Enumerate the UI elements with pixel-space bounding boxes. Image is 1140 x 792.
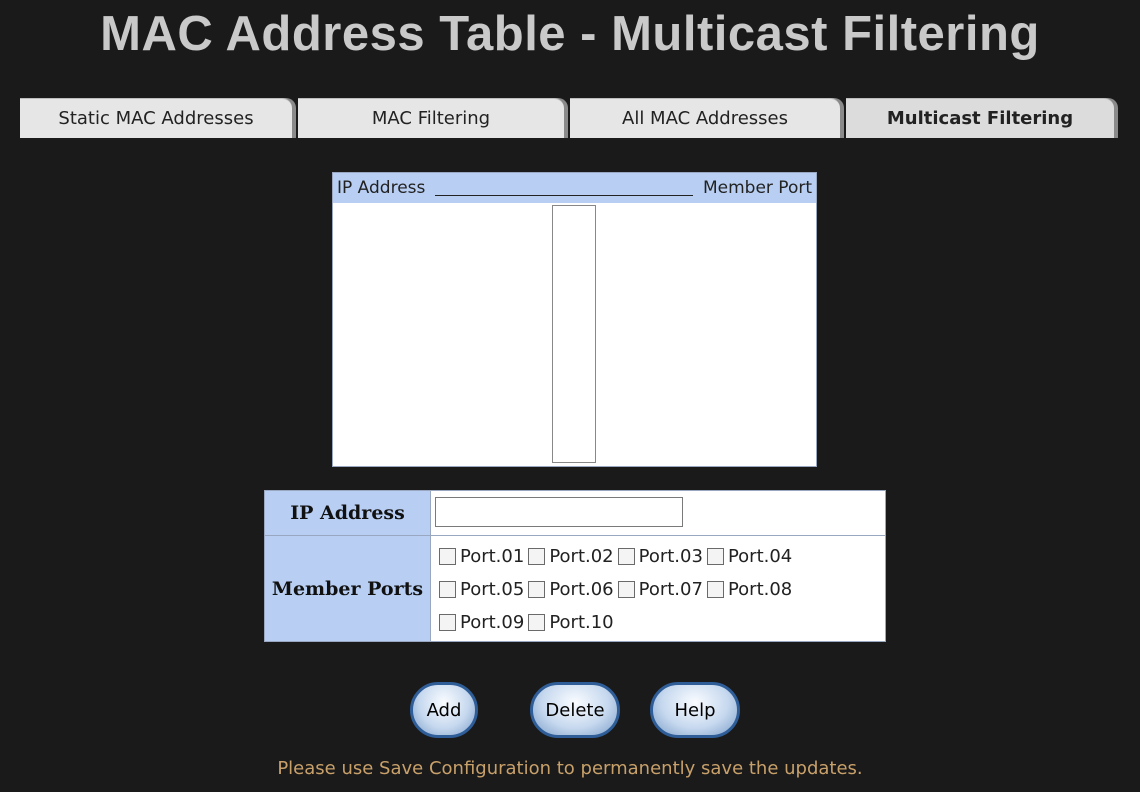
- delete-button[interactable]: Delete: [530, 682, 620, 738]
- ip-address-input[interactable]: [435, 497, 683, 527]
- save-note: Please use Save Configuration to permane…: [277, 758, 863, 779]
- port-06-checkbox[interactable]: [528, 581, 546, 598]
- list-body: [333, 203, 816, 466]
- port-10-checkbox[interactable]: [528, 614, 546, 631]
- port-07-option[interactable]: Port.07: [617, 573, 703, 606]
- tab-all-mac-addresses[interactable]: All MAC Addresses: [570, 98, 840, 138]
- port-03-label: Port.03: [638, 546, 703, 567]
- port-09-option[interactable]: Port.09: [439, 606, 524, 639]
- port-04-option[interactable]: Port.04: [706, 540, 793, 573]
- list-header-member-port: Member Port: [702, 178, 812, 198]
- port-01-option[interactable]: Port.01: [439, 540, 524, 573]
- multicast-form: IP Address Member Ports Port.01 Port.02 Po…: [264, 490, 886, 642]
- tab-multicast-filtering[interactable]: Multicast Filtering: [846, 98, 1114, 138]
- port-10-option[interactable]: Port.10: [528, 606, 614, 639]
- multicast-entry-list[interactable]: IP Address Member Port: [332, 172, 817, 467]
- port-05-label: Port.05: [460, 579, 525, 600]
- port-10-label: Port.10: [549, 612, 614, 633]
- ip-address-label: IP Address: [265, 491, 431, 535]
- port-01-label: Port.01: [460, 546, 525, 567]
- tab-bar: Static MAC Addresses MAC Filtering All M…: [20, 98, 1120, 140]
- port-08-label: Port.08: [727, 579, 793, 600]
- port-01-checkbox[interactable]: [439, 548, 456, 565]
- tab-mac-filtering[interactable]: MAC Filtering: [298, 98, 564, 138]
- port-08-option[interactable]: Port.08: [706, 573, 793, 606]
- tab-static-mac-addresses[interactable]: Static MAC Addresses: [20, 98, 292, 138]
- port-06-label: Port.06: [549, 579, 614, 600]
- port-03-option[interactable]: Port.03: [617, 540, 703, 573]
- member-ports-label: Member Ports: [265, 536, 431, 641]
- port-05-option[interactable]: Port.05: [439, 573, 524, 606]
- port-02-label: Port.02: [549, 546, 614, 567]
- port-07-checkbox[interactable]: [617, 581, 635, 598]
- port-07-label: Port.07: [638, 579, 703, 600]
- port-03-checkbox[interactable]: [617, 548, 635, 565]
- port-02-option[interactable]: Port.02: [528, 540, 614, 573]
- port-08-checkbox[interactable]: [706, 581, 724, 598]
- port-09-checkbox[interactable]: [439, 614, 456, 631]
- port-04-label: Port.04: [727, 546, 793, 567]
- port-04-checkbox[interactable]: [706, 548, 724, 565]
- port-05-checkbox[interactable]: [439, 581, 456, 598]
- page-title: MAC Address Table - Multicast Filtering: [100, 7, 1040, 61]
- list-header-divider: [435, 194, 693, 196]
- member-ports-group: Port.01 Port.02 Port.03 Port.04 Port.05 Port…: [439, 540, 885, 639]
- member-ports-row: Member Ports Port.01 Port.02 Port.03 Port.0…: [265, 536, 885, 641]
- ip-address-row: IP Address: [265, 491, 885, 536]
- port-06-option[interactable]: Port.06: [528, 573, 614, 606]
- add-button[interactable]: Add: [410, 682, 478, 738]
- port-09-label: Port.09: [460, 612, 525, 633]
- list-header: IP Address Member Port: [333, 173, 816, 203]
- entry-select-box[interactable]: [552, 205, 596, 463]
- help-button[interactable]: Help: [650, 682, 740, 738]
- port-02-checkbox[interactable]: [528, 548, 546, 565]
- list-header-ip: IP Address: [337, 178, 426, 198]
